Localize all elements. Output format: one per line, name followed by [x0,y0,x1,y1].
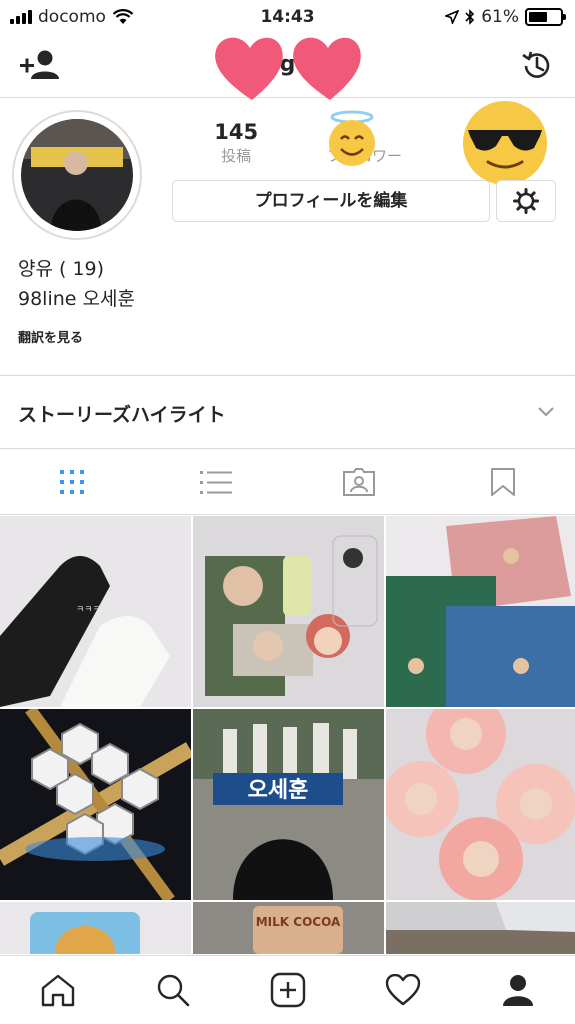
tab-saved[interactable] [431,449,575,514]
grid-post[interactable]: ㅋㅋㅋ [0,516,191,707]
status-right: 61% [445,7,566,27]
sunglasses-emoji-sticker [463,101,547,185]
heart-stickers [215,37,361,100]
activity-heart-icon [385,974,420,1006]
banner-text: 오세훈 [248,778,309,803]
status-bar: docomo 14:43 61% [0,0,575,34]
avatar[interactable] [12,110,142,240]
chevron-down-icon [538,407,554,417]
svg-text:ㅋㅋㅋ: ㅋㅋㅋ [76,605,101,615]
tab-grid[interactable] [0,449,144,514]
tab-profile[interactable] [460,956,575,1024]
grid-post[interactable]: MILK COCOA [193,902,384,954]
posts-count: 145 [214,120,259,144]
edit-profile-button[interactable]: プロフィールを編集 [172,180,490,222]
cocoa-text: MILK COCOA [256,915,341,929]
gear-icon [513,188,539,214]
tab-new-post[interactable] [230,956,345,1024]
home-icon [41,974,74,1007]
tab-search[interactable] [115,956,230,1024]
story-highlights-title: ストーリーズハイライト [18,404,226,426]
grid-post[interactable] [0,709,191,900]
posts-label: 投稿 [221,147,252,165]
bluetooth-icon [465,9,475,25]
settings-button[interactable] [496,180,556,222]
tab-activity[interactable] [345,956,460,1024]
grid-post[interactable]: 오세훈 [193,709,384,900]
post-grid: ㅋㅋㅋ 오세훈 MILK COCOA [0,516,575,954]
halo-emoji-sticker [329,110,375,166]
display-name: 양유 ( 19) [18,258,105,280]
tagged-photos-icon [343,467,376,496]
see-translation-link[interactable]: 翻訳を見る [18,327,83,346]
grid-post[interactable] [0,902,191,954]
avatar-photo [21,119,133,231]
tab-list[interactable] [144,449,288,514]
grid-post[interactable] [386,709,575,900]
tab-home[interactable] [0,956,115,1024]
profile-view-tabs [0,449,575,515]
tab-tagged[interactable] [288,449,432,514]
story-highlights-row[interactable]: ストーリーズハイライト [0,376,575,448]
grid-post[interactable] [386,902,575,954]
location-arrow-icon [445,10,460,24]
bottom-tab-bar [0,955,575,1024]
list-icon [199,470,232,494]
bio-text: 98line 오세훈 [18,288,135,310]
grid-icon [59,469,84,494]
grid-post[interactable] [193,516,384,707]
grid-post[interactable] [386,516,575,707]
posts-stat[interactable]: 145 投稿 [172,120,300,166]
profile-icon [502,975,533,1006]
history-icon[interactable] [519,48,555,84]
battery-percent: 61% [481,7,519,27]
battery-icon [525,8,566,26]
bookmark-icon [491,467,516,496]
search-icon [157,974,189,1007]
add-post-icon [270,972,305,1008]
